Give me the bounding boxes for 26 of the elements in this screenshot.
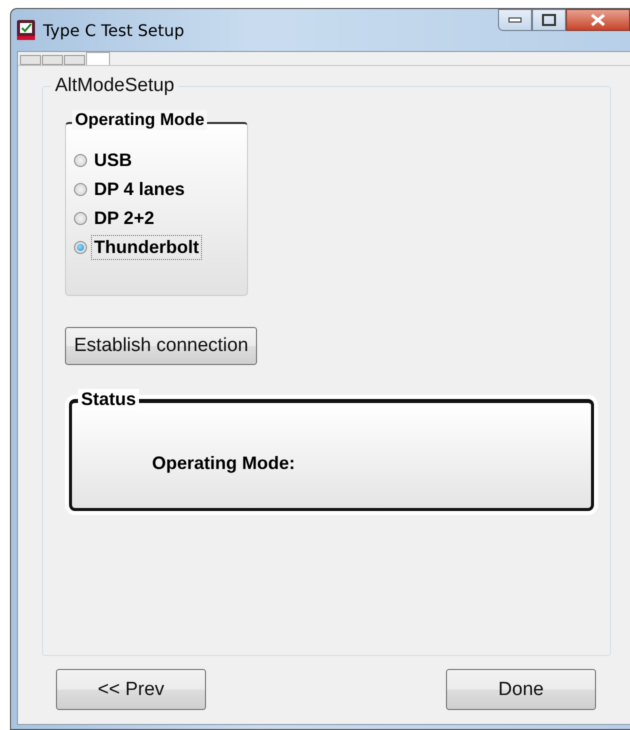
operating-mode-title: Operating Mode bbox=[72, 110, 208, 130]
radio-label[interactable]: USB bbox=[91, 148, 136, 173]
checkbox-app-icon bbox=[17, 20, 35, 40]
radio-label[interactable]: Thunderbolt bbox=[91, 235, 202, 260]
radio-button[interactable] bbox=[74, 241, 87, 254]
group-title: AltModeSetup bbox=[51, 75, 178, 97]
close-icon bbox=[590, 13, 606, 27]
radio-label[interactable]: DP 4 lanes bbox=[91, 177, 188, 202]
minimize-button[interactable] bbox=[498, 9, 532, 31]
maximize-icon bbox=[542, 14, 556, 26]
tab[interactable] bbox=[20, 55, 41, 65]
maximize-button[interactable] bbox=[532, 9, 566, 31]
radio-button[interactable] bbox=[74, 183, 87, 196]
window-title: Type C Test Setup bbox=[43, 20, 184, 40]
radio-button[interactable] bbox=[74, 212, 87, 225]
minimize-icon bbox=[508, 17, 522, 23]
radio-button[interactable] bbox=[74, 154, 87, 167]
tab[interactable] bbox=[86, 52, 110, 65]
radio-label[interactable]: DP 2+2 bbox=[91, 206, 158, 231]
null[interactable]: Done bbox=[446, 669, 596, 710]
tab[interactable] bbox=[42, 55, 63, 65]
null[interactable]: Establish connection bbox=[65, 327, 258, 365]
null[interactable]: << Prev bbox=[56, 669, 206, 710]
close-button[interactable] bbox=[566, 9, 630, 31]
tab[interactable] bbox=[64, 55, 85, 65]
operating-mode-label: Operating Mode: bbox=[152, 453, 295, 474]
